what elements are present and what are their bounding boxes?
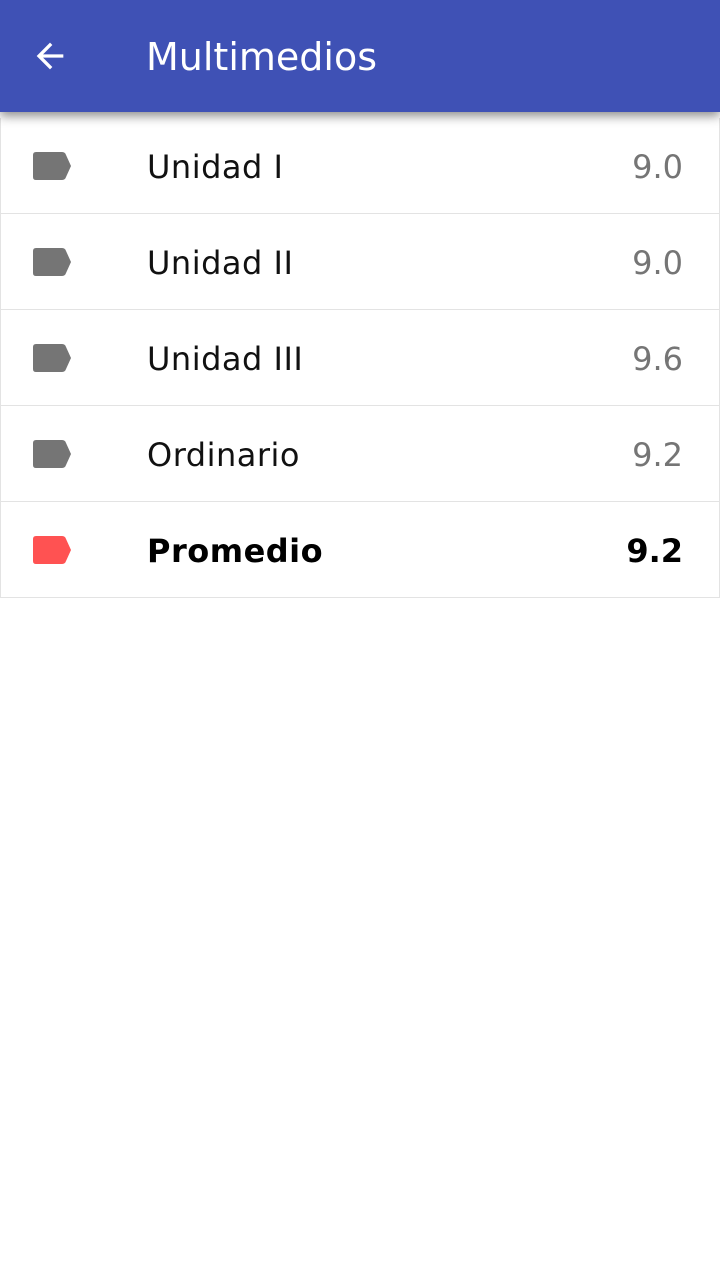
grade-value: 9.0 — [632, 244, 683, 282]
grade-row-unidad-2[interactable]: Unidad II 9.0 — [0, 214, 720, 310]
label-tag-icon — [33, 536, 71, 564]
grade-label: Unidad II — [147, 244, 294, 282]
grade-row-ordinario[interactable]: Ordinario 9.2 — [0, 406, 720, 502]
grade-value: 9.6 — [632, 340, 683, 378]
label-tag-icon — [33, 248, 71, 276]
grade-label: Unidad III — [147, 340, 304, 378]
grade-value: 9.0 — [632, 148, 683, 186]
grade-value: 9.2 — [632, 436, 683, 474]
app-screen: Multimedios Unidad I 9.0 Unidad II 9.0 U… — [0, 0, 720, 1280]
back-button[interactable] — [20, 26, 80, 86]
grade-label: Unidad I — [147, 148, 284, 186]
average-label: Promedio — [147, 532, 324, 570]
grades-list: Unidad I 9.0 Unidad II 9.0 Unidad III 9.… — [0, 118, 720, 598]
label-tag-icon — [33, 440, 71, 468]
label-tag-icon — [33, 344, 71, 372]
grade-row-unidad-1[interactable]: Unidad I 9.0 — [0, 118, 720, 214]
average-value: 9.2 — [626, 532, 683, 570]
page-title: Multimedios — [146, 35, 378, 79]
grade-row-promedio[interactable]: Promedio 9.2 — [0, 502, 720, 598]
arrow-left-icon — [36, 42, 64, 70]
app-toolbar: Multimedios — [0, 0, 720, 112]
grade-label: Ordinario — [147, 436, 300, 474]
grade-row-unidad-3[interactable]: Unidad III 9.6 — [0, 310, 720, 406]
label-tag-icon — [33, 152, 71, 180]
